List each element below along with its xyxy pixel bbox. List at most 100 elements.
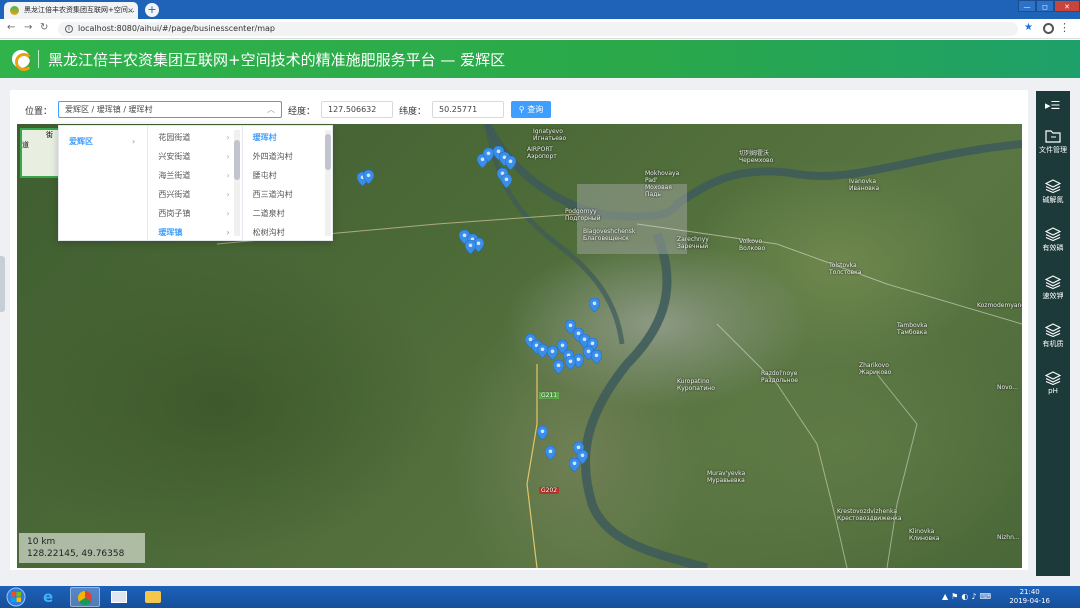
explorer-taskbar-icon[interactable] xyxy=(138,587,168,607)
cascader-option[interactable]: 爱辉区 › xyxy=(59,132,147,151)
map-marker-icon[interactable] xyxy=(589,298,600,312)
favicon-icon xyxy=(10,6,19,15)
bookmark-star-icon[interactable]: ★ xyxy=(1024,22,1033,33)
longitude-input[interactable]: 127.506632 xyxy=(321,101,393,118)
cascader-level3: 瑷珲村 外四道沟村 腰屯村 西三道沟村 二道泉村 松树沟村 xyxy=(243,126,332,240)
map-marker-icon[interactable] xyxy=(501,174,512,188)
longitude-label: 经度： xyxy=(288,107,316,117)
sidebar-tool-0[interactable]: 文件管理 xyxy=(1036,129,1070,155)
map-place-label: Kuropatino Куропатино xyxy=(677,378,715,392)
map-place-label: Tolstovka Толстовка xyxy=(829,262,862,276)
map-place-label: Razdol'noye Раздольное xyxy=(761,370,798,384)
layers-icon xyxy=(1045,227,1061,241)
cascader-scrollbar[interactable] xyxy=(234,130,241,236)
map-marker-icon[interactable] xyxy=(465,240,476,254)
minimap-label: 街道 xyxy=(22,131,53,149)
taskbar-clock[interactable]: 21:40 2019-04-16 xyxy=(1009,588,1050,606)
right-tool-sidebar: ▸☰ 文件管理碱解氮有效磷速效钾有机质 pH xyxy=(1036,91,1070,576)
profile-icon[interactable] xyxy=(1043,23,1054,34)
minimize-button[interactable]: — xyxy=(1018,0,1036,12)
option-label: 海兰街道 xyxy=(158,171,191,180)
minimap[interactable]: 街道 xyxy=(20,128,60,178)
option-label: 花园街道 xyxy=(158,133,191,142)
latitude-label: 纬度： xyxy=(399,107,427,117)
longitude-value: 127.506632 xyxy=(328,105,377,114)
cascader-option[interactable]: 瑷珲村 xyxy=(243,128,332,147)
sidebar-tool-1[interactable]: 碱解氮 xyxy=(1036,179,1070,205)
search-toolbar: 位置： 爱辉区 / 瑷珲镇 / 瑷珲村 ︿ 经度： 127.506632 纬度：… xyxy=(25,100,565,120)
map-marker-icon[interactable] xyxy=(591,350,602,364)
reload-icon[interactable]: ↻ xyxy=(40,22,48,33)
back-arrow-icon[interactable]: ← xyxy=(7,22,15,33)
map-place-label: Zarechnyy Заречный xyxy=(677,236,709,250)
option-label: 瑷珲镇 xyxy=(158,228,183,237)
map-marker-icon[interactable] xyxy=(545,446,556,460)
company-logo-icon xyxy=(12,50,33,71)
browser-tab[interactable]: 黑龙江倍丰农资集团互联网+空间... × xyxy=(4,2,138,19)
layers-icon xyxy=(1045,323,1061,337)
cascader-option[interactable]: 西岗子镇 › xyxy=(148,204,241,223)
map-marker-icon[interactable] xyxy=(569,458,580,472)
forward-arrow-icon[interactable]: → xyxy=(24,22,32,33)
cascader-option[interactable]: 西三道沟村 xyxy=(243,185,332,204)
map-scale-box: 10 km 128.22145, 49.76358 xyxy=(19,533,145,563)
url-input[interactable]: i localhost:8080/aihui/#/page/businessce… xyxy=(58,22,1018,36)
ie-taskbar-icon[interactable]: e xyxy=(36,587,66,607)
left-collapse-handle[interactable] xyxy=(0,256,5,312)
cascader-option[interactable]: 二道泉村 xyxy=(243,204,332,223)
sidebar-tool-4[interactable]: 有机质 xyxy=(1036,323,1070,349)
chevron-right-icon: › xyxy=(226,190,230,199)
sidebar-tool-3[interactable]: 速效钾 xyxy=(1036,275,1070,301)
query-label: 查询 xyxy=(527,105,544,114)
map-place-label: Volkovo Волково xyxy=(739,238,766,252)
location-value: 爱辉区 / 瑷珲镇 / 瑷珲村 xyxy=(65,105,153,114)
sidebar-tool-label: 速效钾 xyxy=(1042,292,1064,300)
map-marker-icon[interactable] xyxy=(363,170,374,184)
close-window-button[interactable]: ✕ xyxy=(1054,0,1080,12)
option-label: 松树沟村 xyxy=(252,228,285,237)
app-taskbar-icon[interactable] xyxy=(104,587,134,607)
cascader-level2: 花园街道 › 兴安街道 › 海兰街道 › 西兴街道 › 西岗子镇 › 瑷珲镇 › xyxy=(148,126,243,240)
sidebar-tool-label: 有机质 xyxy=(1042,340,1064,348)
cascader-option[interactable]: 瑷珲镇 › xyxy=(148,223,241,240)
start-button-icon[interactable] xyxy=(4,587,28,607)
cascader-option[interactable]: 兴安街道 › xyxy=(148,147,241,166)
query-button[interactable]: ⚲ 查询 xyxy=(511,101,551,118)
maximize-button[interactable]: ◻ xyxy=(1036,0,1054,12)
cascader-option[interactable]: 腰屯村 xyxy=(243,166,332,185)
location-cascader-dropdown: 爱辉区 › 花园街道 › 兴安街道 › 海兰街道 › 西兴街道 › 西岗子镇 › 瑷珲镇 ›… xyxy=(58,125,333,241)
sidebar-tool-label: pH xyxy=(1048,387,1058,395)
sidebar-tool-label: 文件管理 xyxy=(1039,146,1067,154)
sidebar-tool-5[interactable]: pH xyxy=(1036,371,1070,395)
map-marker-icon[interactable] xyxy=(553,360,564,374)
cascader-option[interactable]: 海兰街道 › xyxy=(148,166,241,185)
system-tray-icons[interactable]: ▲⚑◐♪⌨ xyxy=(942,592,994,601)
cascader-option[interactable]: 外四道沟村 xyxy=(243,147,332,166)
road-shield-g211: G211 xyxy=(539,392,560,399)
cascader-option[interactable]: 西兴街道 › xyxy=(148,185,241,204)
site-info-icon[interactable]: i xyxy=(65,25,73,33)
tab-close-icon[interactable]: × xyxy=(127,2,134,19)
sidebar-tool-label: 碱解氮 xyxy=(1042,196,1064,204)
collapse-menu-icon[interactable]: ▸☰ xyxy=(1045,99,1060,112)
latitude-input[interactable]: 50.25771 xyxy=(432,101,504,118)
location-cascader-input[interactable]: 爱辉区 / 瑷珲镇 / 瑷珲村 ︿ xyxy=(58,101,282,118)
latitude-value: 50.25771 xyxy=(439,105,478,114)
chevron-right-icon: › xyxy=(226,152,230,161)
location-label: 位置： xyxy=(25,107,53,117)
sidebar-tool-2[interactable]: 有效磷 xyxy=(1036,227,1070,253)
cascader-scrollbar[interactable] xyxy=(324,130,331,236)
tab-title: 黑龙江倍丰农资集团互联网+空间... xyxy=(24,6,135,14)
chrome-taskbar-icon[interactable] xyxy=(70,587,100,607)
browser-menu-icon[interactable]: ⋮ xyxy=(1059,21,1070,34)
new-tab-button[interactable]: + xyxy=(145,3,159,17)
map-place-label: Podgornyy Подгорный xyxy=(565,208,601,222)
window-controls: — ◻ ✕ xyxy=(1018,0,1080,13)
layers-icon xyxy=(1045,179,1061,193)
cascader-option[interactable]: 花园街道 › xyxy=(148,128,241,147)
map-marker-icon[interactable] xyxy=(565,356,576,370)
chevron-right-icon: › xyxy=(226,209,230,218)
layers-icon xyxy=(1045,371,1061,385)
cascader-option[interactable]: 松树沟村 xyxy=(243,223,332,240)
map-marker-icon[interactable] xyxy=(537,426,548,440)
